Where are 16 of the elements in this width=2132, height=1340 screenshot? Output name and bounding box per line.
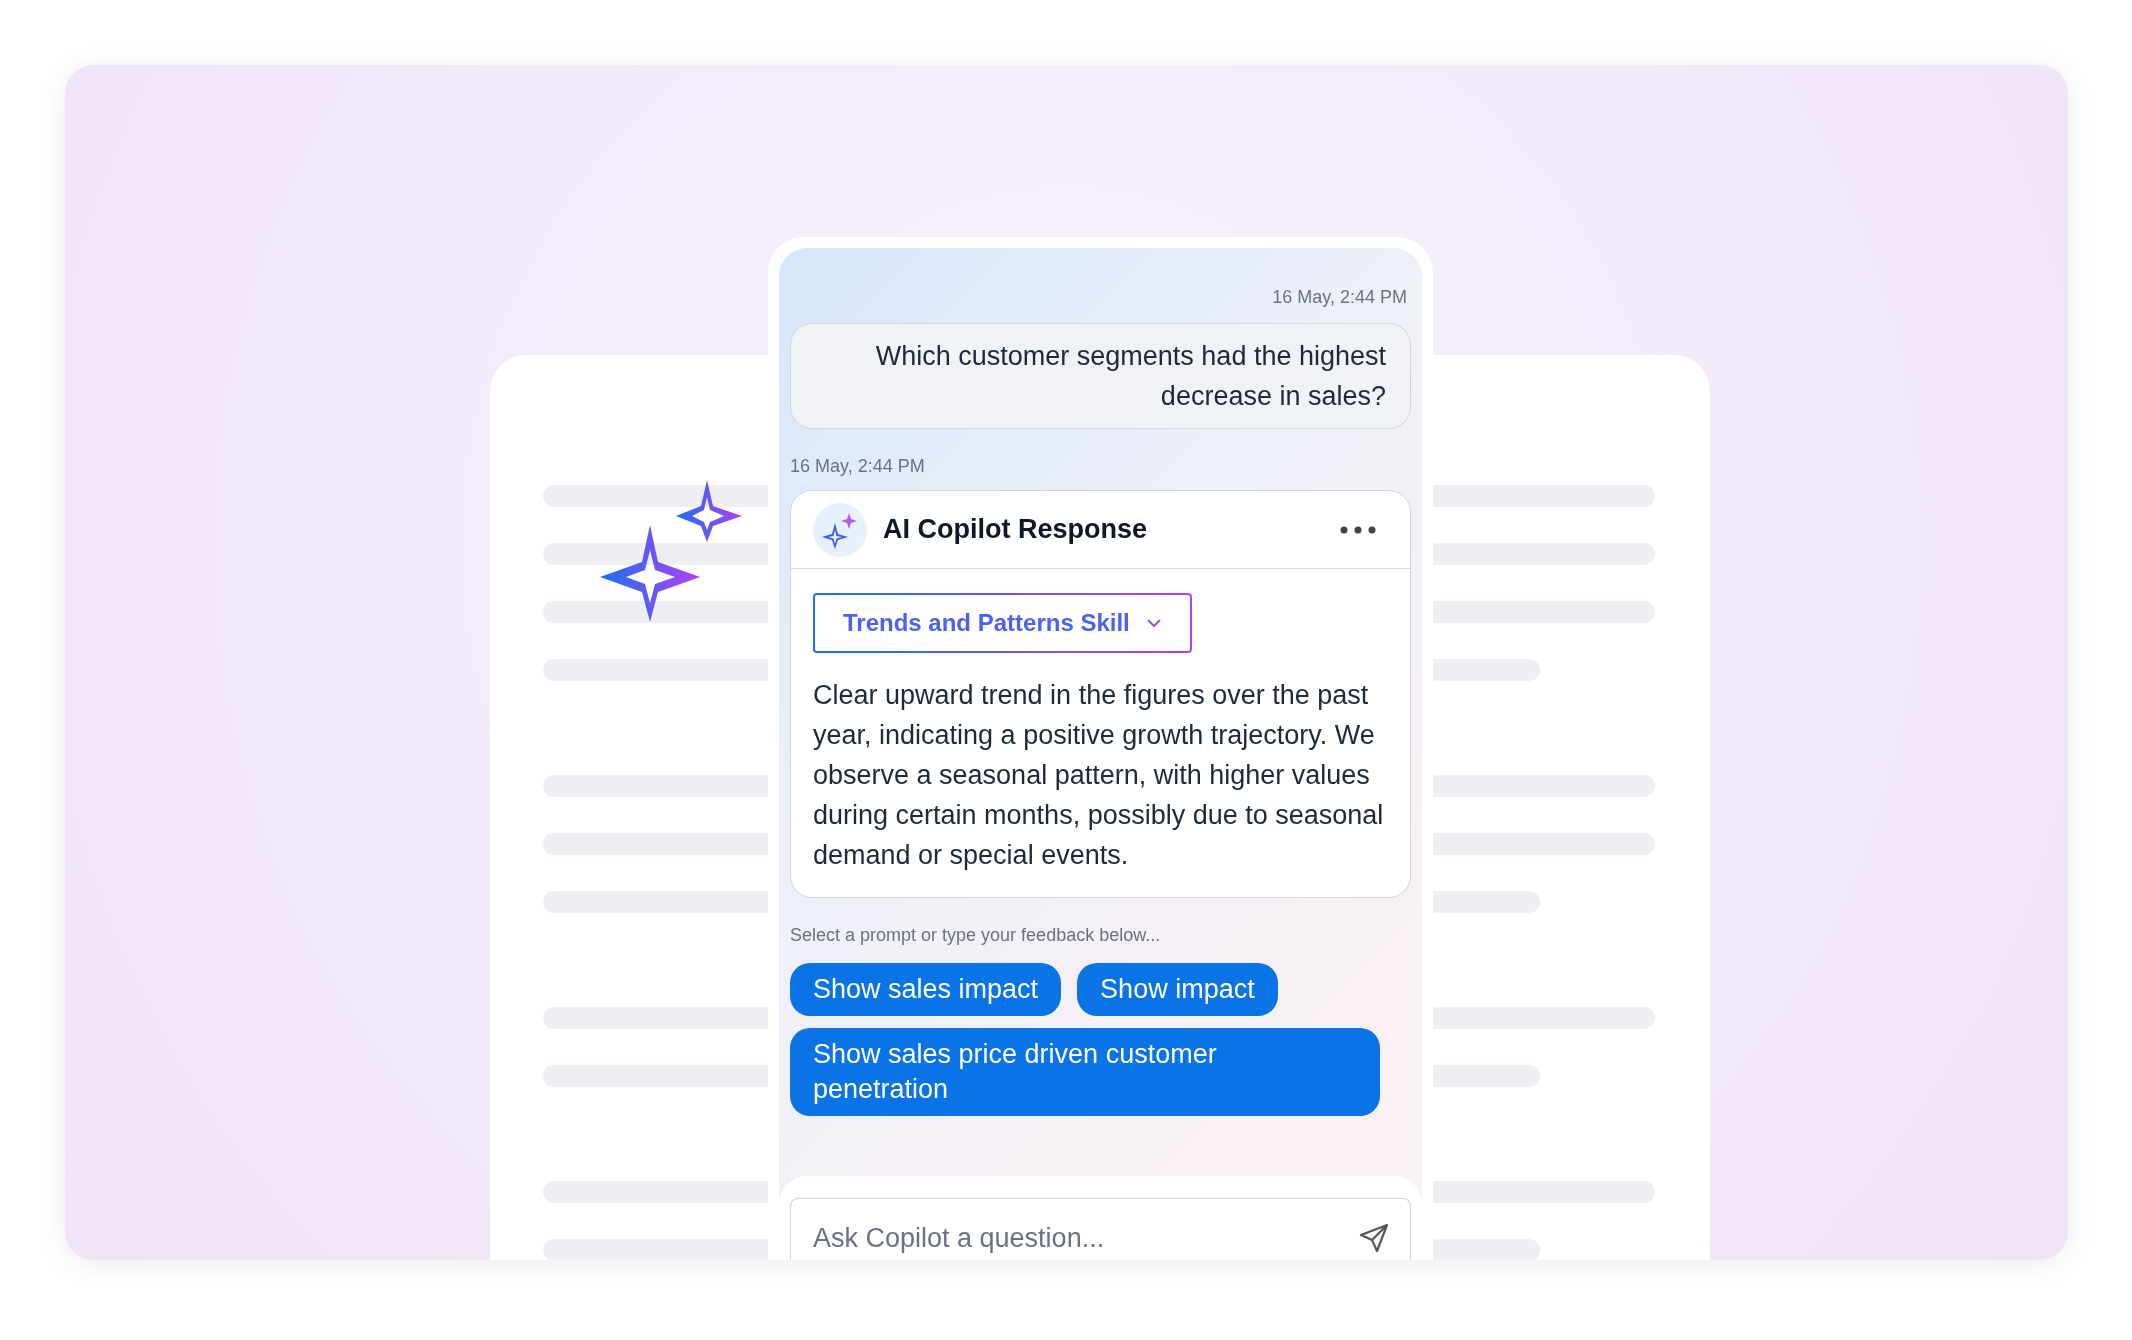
sparkle-icon: [813, 502, 867, 557]
timestamp: 16 May, 2:44 PM: [790, 455, 926, 478]
user-message: Which customer segments had the highest decrease in sales?: [790, 323, 1411, 429]
prompt-chip[interactable]: Show impact: [1077, 963, 1278, 1016]
response-text: Clear upward trend in the figures over the past year, indicating a positive growth trajectory. We observe a seasonal pattern, with higher values during certain months, possibly due to seasonal demand or special events.: [813, 679, 1385, 872]
send-icon[interactable]: [1359, 1223, 1389, 1253]
skill-dropdown[interactable]: Trends and Patterns Skill: [813, 593, 1192, 653]
more-icon[interactable]: [1340, 525, 1376, 534]
question-field[interactable]: Ask Copilot a question...: [790, 1198, 1411, 1260]
feedback-hint: Select a prompt or type your feedback below...: [790, 924, 1162, 947]
prompt-chip[interactable]: Show sales price driven customer penetration: [790, 1028, 1380, 1116]
chevron-down-icon: [1145, 618, 1162, 628]
sparkles-icon: [600, 480, 742, 622]
response-title: AI Copilot Response: [883, 513, 1147, 547]
prompt-chip[interactable]: Show sales impact: [790, 963, 1062, 1016]
timestamp: 16 May, 2:44 PM: [1272, 286, 1408, 309]
